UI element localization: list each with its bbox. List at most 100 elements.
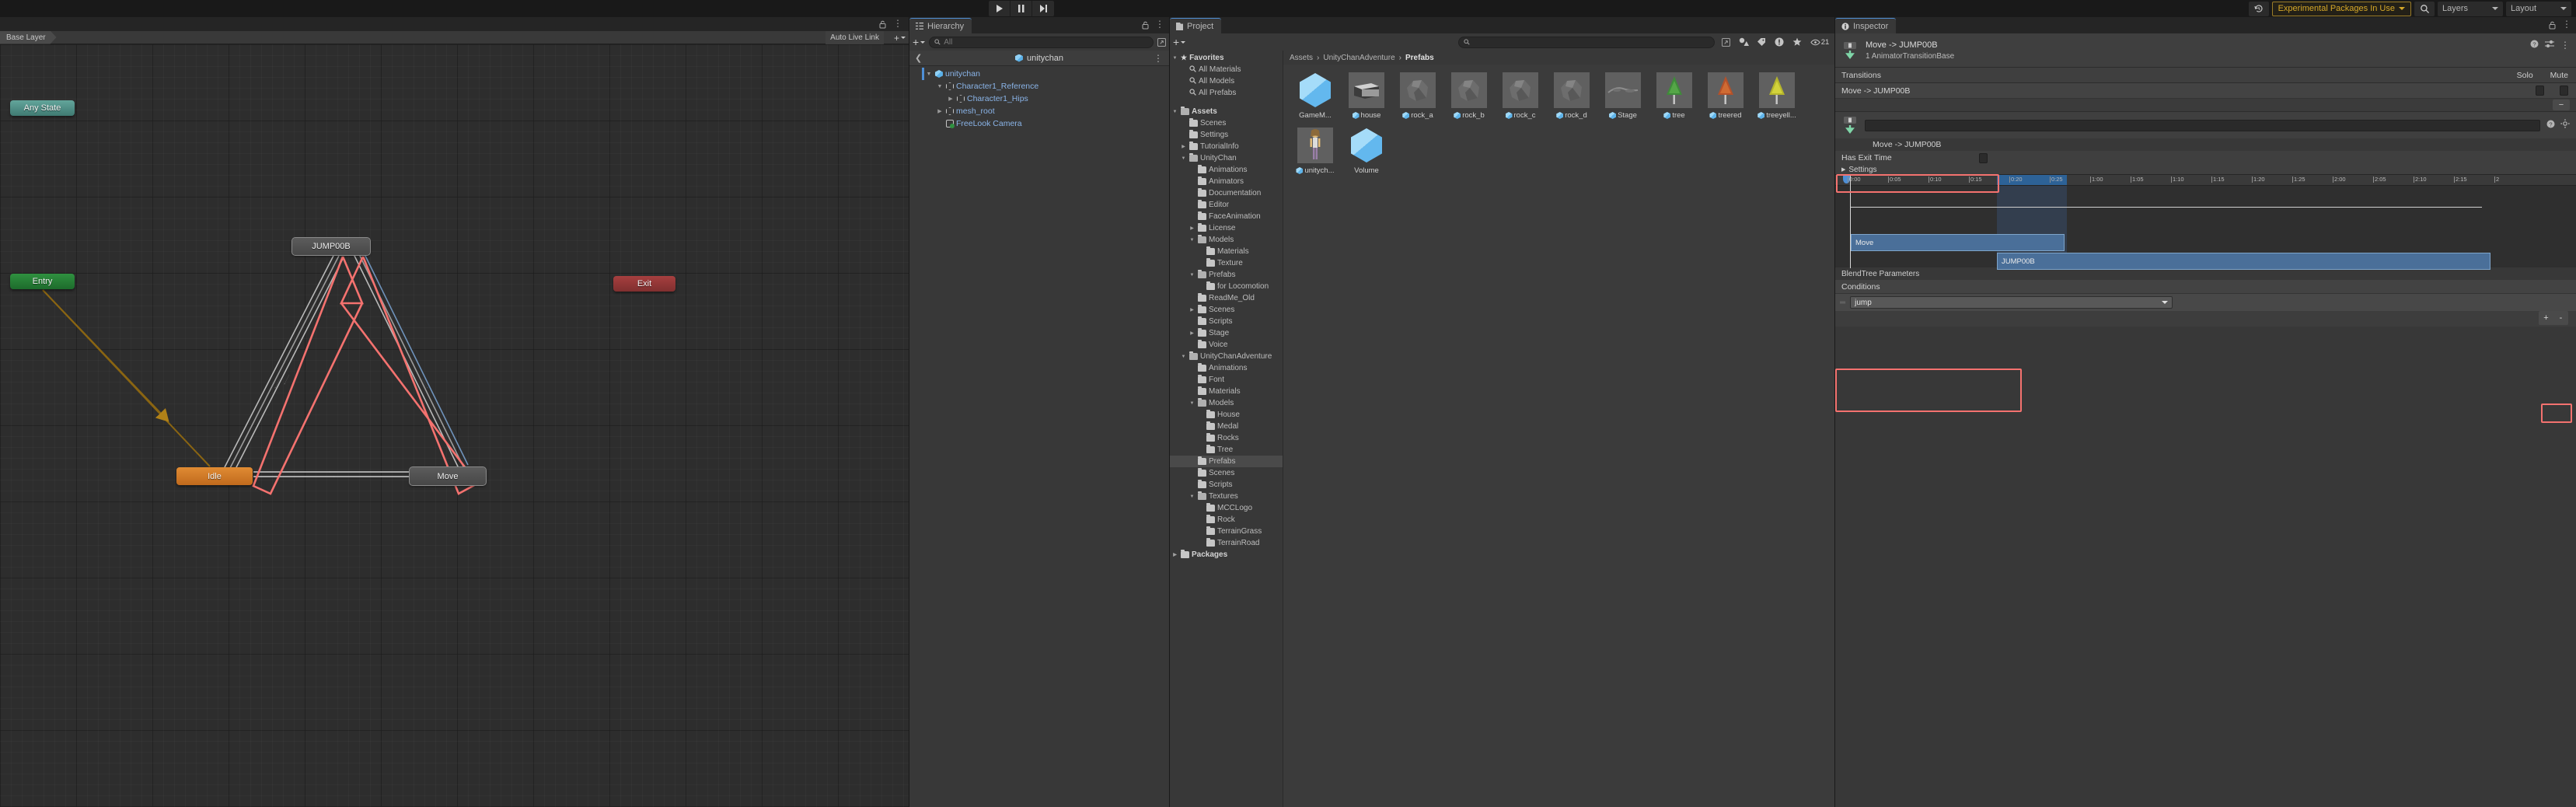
list-item[interactable]: ▶ mesh_root — [909, 105, 1169, 117]
search-icon[interactable] — [2414, 2, 2435, 16]
tree-item-scenes[interactable]: Scenes — [1170, 117, 1283, 129]
asset-item[interactable]: rock_a — [1392, 72, 1443, 120]
hierarchy-tree[interactable]: ▼ unitychan ▼ Character1_Reference ▶ Cha… — [909, 66, 1169, 130]
chevron-down-icon[interactable]: ▼ — [936, 84, 944, 89]
asset-item[interactable]: Volume — [1341, 128, 1392, 175]
chevron-right-icon[interactable]: ▶ — [947, 96, 955, 102]
tree-item-documentation[interactable]: Documentation — [1170, 187, 1283, 199]
breadcrumb-base-layer[interactable]: Base Layer — [0, 31, 57, 44]
filter-label-icon[interactable] — [1754, 36, 1768, 49]
hierarchy-search-input[interactable]: All — [929, 37, 1154, 48]
help-icon[interactable]: ? — [2546, 118, 2555, 132]
tree-item-scripts[interactable]: Scripts — [1170, 479, 1283, 491]
state-node-move[interactable]: Move — [410, 467, 486, 485]
tree-item-prefabs[interactable]: Prefabs — [1170, 456, 1283, 467]
list-item[interactable]: ▼ Character1_Reference — [909, 80, 1169, 93]
tree-item-tutorialinfo[interactable]: ▶TutorialInfo — [1170, 141, 1283, 152]
tree-item-packages[interactable]: ▶Packages — [1170, 549, 1283, 561]
chevron-down-icon[interactable]: ▼ — [1189, 494, 1196, 499]
project-folder-tree[interactable]: ▼★FavoritesAll MaterialsAll ModelsAll Pr… — [1170, 51, 1283, 807]
chevron-down-icon[interactable]: ▼ — [1189, 273, 1196, 278]
breadcrumb-assets[interactable]: Assets — [1290, 54, 1313, 62]
tree-item-all-models[interactable]: All Models — [1170, 75, 1283, 87]
help-icon[interactable]: ? — [2530, 38, 2539, 52]
tree-item-terrainroad[interactable]: TerrainRoad — [1170, 537, 1283, 549]
gear-icon[interactable] — [2560, 118, 2570, 132]
tree-item-models[interactable]: ▼Models — [1170, 397, 1283, 409]
tree-item-voice[interactable]: Voice — [1170, 339, 1283, 351]
tree-item-textures[interactable]: ▼Textures — [1170, 491, 1283, 502]
auto-live-link-button[interactable]: Auto Live Link — [826, 31, 884, 44]
lock-icon[interactable] — [1142, 19, 1149, 28]
chevron-down-icon[interactable]: ▼ — [1171, 110, 1178, 114]
project-search-input[interactable] — [1458, 37, 1715, 48]
chevron-right-icon[interactable]: ▶ — [1189, 307, 1196, 313]
tree-item-rocks[interactable]: Rocks — [1170, 432, 1283, 444]
list-item[interactable]: FreeLook Camera — [909, 117, 1169, 130]
tree-item-stage[interactable]: ▶Stage — [1170, 327, 1283, 339]
tree-item-prefabs[interactable]: ▼Prefabs — [1170, 269, 1283, 281]
tab-hierarchy[interactable]: Hierarchy — [909, 18, 972, 33]
state-node-jump00b[interactable]: JUMP00B — [292, 238, 370, 255]
hierarchy-add-button[interactable]: + — [913, 37, 925, 47]
condition-parameter-dropdown[interactable]: jump — [1850, 296, 2173, 309]
tree-item-favorites[interactable]: ▼★Favorites — [1170, 52, 1283, 64]
kebab-menu-icon[interactable]: ⋮ — [2562, 20, 2571, 28]
timeline-ruler[interactable]: 0:000:050:100:150:200:251:001:051:101:15… — [1835, 175, 2576, 186]
lock-icon[interactable] — [2549, 19, 2556, 28]
chevron-down-icon[interactable]: ▼ — [1180, 156, 1187, 161]
step-icon[interactable] — [1032, 1, 1054, 16]
asset-item[interactable]: Stage — [1597, 72, 1649, 120]
tree-item-for-locomotion[interactable]: for Locomotion — [1170, 281, 1283, 292]
state-node-any-state[interactable]: Any State — [10, 100, 75, 116]
tree-item-terraingrass[interactable]: TerrainGrass — [1170, 526, 1283, 537]
expand-icon[interactable] — [1157, 38, 1166, 47]
visibility-count[interactable]: 21 — [1808, 36, 1831, 49]
add-condition-button[interactable]: + — [2539, 311, 2553, 325]
state-node-exit[interactable]: Exit — [613, 276, 675, 292]
tree-item-rock[interactable]: Rock — [1170, 514, 1283, 526]
tree-item-all-prefabs[interactable]: All Prefabs — [1170, 87, 1283, 99]
asset-item[interactable]: rock_c — [1495, 72, 1546, 120]
kebab-menu-icon[interactable]: ⋮ — [893, 19, 902, 27]
state-node-entry[interactable]: Entry — [10, 274, 75, 289]
filter-warning-icon[interactable] — [1772, 36, 1786, 49]
tree-item-animations[interactable]: Animations — [1170, 164, 1283, 176]
experimental-packages-button[interactable]: Experimental Packages In Use — [2272, 2, 2411, 16]
asset-item[interactable]: house — [1341, 72, 1392, 120]
timeline-clip-source[interactable]: Move — [1851, 234, 2065, 251]
tree-item-scenes[interactable]: ▶Scenes — [1170, 304, 1283, 316]
chevron-right-icon[interactable]: ▶ — [1189, 330, 1196, 336]
state-node-idle[interactable]: Idle — [176, 467, 253, 485]
asset-item[interactable]: treered — [1700, 72, 1751, 120]
project-add-button[interactable]: + — [1173, 37, 1185, 47]
kebab-menu-icon[interactable]: ⋮ — [1154, 54, 1163, 62]
breadcrumb-unitychanadventure[interactable]: UnityChanAdventure — [1323, 54, 1394, 62]
chevron-down-icon[interactable]: ▼ — [1171, 56, 1178, 61]
tree-item-editor[interactable]: Editor — [1170, 199, 1283, 211]
tree-item-scripts[interactable]: Scripts — [1170, 316, 1283, 327]
filter-type-icon[interactable] — [1737, 36, 1750, 49]
chevron-right-icon[interactable]: ▶ — [1171, 552, 1178, 557]
breadcrumb-prefabs[interactable]: Prefabs — [1405, 54, 1434, 62]
history-icon[interactable] — [2249, 2, 2269, 16]
remove-transition-button[interactable]: − — [2553, 100, 2570, 110]
play-icon[interactable] — [989, 1, 1011, 16]
asset-item[interactable]: rock_b — [1443, 72, 1495, 120]
layout-dropdown[interactable]: Layout — [2506, 2, 2571, 16]
settings-foldout[interactable]: ▶ Settings — [1835, 165, 2576, 174]
asset-item[interactable]: treeyell... — [1751, 72, 1803, 120]
tree-item-unitychanadventure[interactable]: ▼UnityChanAdventure — [1170, 351, 1283, 362]
filter-star-icon[interactable] — [1790, 36, 1804, 49]
solo-checkbox[interactable] — [2536, 86, 2544, 96]
has-exit-time-checkbox[interactable] — [1979, 153, 1988, 163]
lock-icon[interactable] — [879, 19, 886, 27]
tree-item-medal[interactable]: Medal — [1170, 421, 1283, 432]
mute-checkbox[interactable] — [2560, 86, 2568, 96]
tree-item-house[interactable]: House — [1170, 409, 1283, 421]
tab-project[interactable]: Project — [1170, 18, 1221, 33]
tree-item-unitychan[interactable]: ▼UnityChan — [1170, 152, 1283, 164]
asset-item[interactable]: GameM... — [1290, 72, 1341, 120]
animator-state-graph[interactable]: Any State Entry Exit JUMP00B Idle Move — [0, 44, 909, 807]
tree-item-tree[interactable]: Tree — [1170, 444, 1283, 456]
